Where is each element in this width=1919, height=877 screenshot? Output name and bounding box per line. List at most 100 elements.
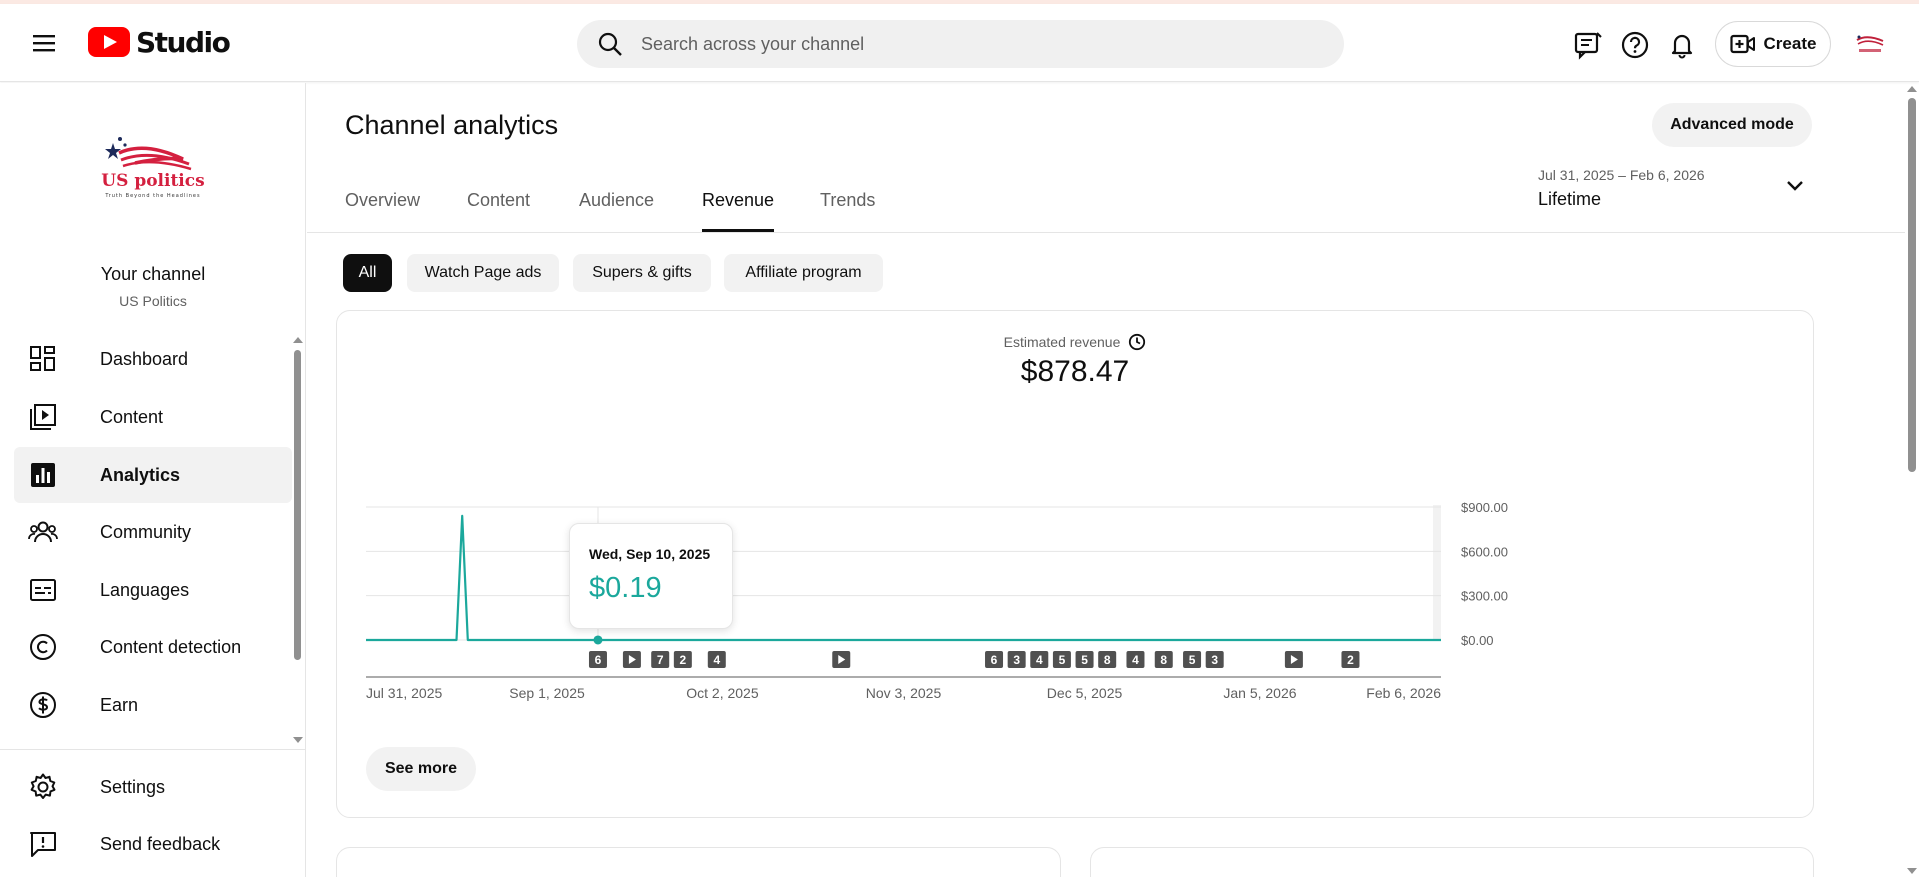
notifications-icon[interactable]	[1667, 30, 1697, 60]
sidebar-scrollbar[interactable]	[294, 350, 301, 660]
community-icon	[28, 521, 58, 543]
advanced-mode-button[interactable]: Advanced mode	[1652, 103, 1812, 147]
sidebar-item-label: Languages	[100, 579, 190, 600]
upload-marker-label: 8	[1160, 653, 1167, 667]
x-tick-label: Feb 6, 2026	[1366, 685, 1441, 701]
revenue-line-chart[interactable]: $0.00 $300.00 $600.00 $900.00 Jul 31, 2025 Se…	[337, 311, 1813, 731]
create-button-label: Create	[1763, 34, 1817, 53]
content-icon	[30, 404, 56, 430]
chip-all[interactable]: All	[343, 254, 392, 292]
account-avatar[interactable]	[1853, 30, 1887, 58]
earn-icon	[30, 692, 56, 718]
y-tick-label: $300.00	[1461, 589, 1508, 604]
sidebar-item-content[interactable]: Content	[14, 389, 292, 445]
channel-logo-text: US politics	[101, 171, 204, 191]
upload-marker-label: 2	[679, 653, 686, 667]
app-header: Studio Create	[0, 4, 1919, 82]
page-scroll-down-icon[interactable]	[1907, 868, 1917, 874]
create-button[interactable]: Create	[1715, 21, 1831, 67]
upload-marker-label: 5	[1189, 653, 1196, 667]
sidebar-item-label: Send feedback	[100, 833, 221, 854]
chevron-down-icon	[1787, 181, 1803, 191]
menu-icon[interactable]	[28, 31, 62, 55]
sidebar-item-label: Dashboard	[100, 348, 189, 369]
sidebar-item-label: Settings	[100, 776, 166, 797]
sidebar-item-label: Community	[100, 521, 192, 542]
secondary-card-left	[336, 847, 1061, 877]
studio-logo[interactable]: Studio	[88, 25, 231, 59]
chip-supers-gifts[interactable]: Supers & gifts	[573, 254, 711, 292]
y-tick-label: $600.00	[1461, 544, 1508, 559]
x-tick-label: Oct 2, 2025	[686, 685, 759, 701]
date-range-selector[interactable]: Jul 31, 2025 – Feb 6, 2026 Lifetime	[1538, 167, 1814, 215]
y-tick-label: $0.00	[1461, 633, 1494, 648]
your-channel-label: Your channel	[100, 264, 206, 284]
upload-marker-label: 5	[1059, 653, 1066, 667]
tab-audience[interactable]: Audience	[579, 190, 654, 232]
sidebar-item-settings[interactable]: Settings	[14, 759, 292, 815]
sidebar-scroll-up-icon[interactable]	[293, 337, 303, 343]
page-scroll-up-icon[interactable]	[1907, 86, 1917, 92]
chart-tooltip: Wed, Sep 10, 2025 $0.19	[569, 523, 733, 629]
x-tick-label: Jan 5, 2026	[1223, 685, 1296, 701]
see-more-button[interactable]: See more	[366, 747, 476, 791]
date-range-period: Lifetime	[1538, 189, 1602, 209]
sidebar-item-send-feedback[interactable]: Send feedback	[14, 816, 292, 872]
languages-icon	[30, 579, 56, 601]
x-tick-label: Nov 3, 2025	[866, 685, 942, 701]
tooltip-value: $0.19	[589, 572, 662, 604]
sidebar-divider	[0, 749, 305, 750]
search-input[interactable]	[641, 33, 1241, 55]
search-bar[interactable]	[577, 20, 1344, 68]
upload-marker-label: 4	[1036, 653, 1043, 667]
chip-affiliate-program[interactable]: Affiliate program	[724, 254, 883, 292]
revenue-chart-card: Estimated revenue $878.47 $0.00 $300.00 $6…	[336, 310, 1814, 818]
search-icon[interactable]	[597, 31, 623, 57]
sidebar-item-label: Content detection	[100, 636, 242, 657]
upload-marker-label: 4	[713, 653, 720, 667]
channel-logo-image: US politics Truth Beyond the Headlines	[101, 137, 205, 199]
copyright-icon	[30, 634, 56, 660]
series-line	[366, 514, 1441, 642]
tab-content[interactable]: Content	[467, 190, 530, 232]
upload-marker-label: 6	[595, 653, 602, 667]
channel-logo[interactable]: US politics Truth Beyond the Headlines	[93, 133, 213, 205]
sidebar-item-analytics[interactable]: Analytics	[14, 447, 292, 503]
sidebar: US politics Truth Beyond the Headlines Y…	[0, 83, 306, 877]
upload-marker-label: 2	[1347, 653, 1354, 667]
upload-marker-label: 4	[1132, 653, 1139, 667]
highlight-point	[593, 635, 603, 645]
sidebar-scroll-down-icon[interactable]	[293, 737, 303, 743]
feedback-icon	[30, 832, 56, 857]
sidebar-item-label: Earn	[100, 694, 139, 715]
page-scrollbar[interactable]	[1908, 98, 1916, 472]
help-icon[interactable]	[1620, 30, 1650, 60]
page-title: Channel analytics	[345, 110, 559, 140]
create-video-icon	[1729, 34, 1755, 54]
chart-future-region	[1433, 505, 1441, 640]
channel-name[interactable]: US Politics	[0, 293, 306, 309]
x-tick-label: Jul 31, 2025	[366, 685, 442, 701]
sidebar-item-content-detection[interactable]: Content detection	[14, 619, 292, 675]
comments-icon[interactable]	[1573, 30, 1603, 60]
sidebar-item-dashboard[interactable]: Dashboard	[14, 331, 292, 387]
tooltip-date: Wed, Sep 10, 2025	[589, 546, 711, 562]
tab-trends[interactable]: Trends	[820, 190, 875, 232]
sidebar-item-community[interactable]: Community	[14, 504, 292, 560]
tabs-divider	[307, 232, 1905, 233]
x-tick-label: Dec 5, 2025	[1047, 685, 1123, 701]
sidebar-item-earn[interactable]: Earn	[14, 677, 292, 733]
tab-overview[interactable]: Overview	[345, 190, 420, 232]
sidebar-item-languages[interactable]: Languages	[14, 562, 292, 618]
studio-logo-text: Studio	[136, 25, 231, 59]
y-tick-label: $900.00	[1461, 500, 1508, 515]
upload-marker-label: 5	[1081, 653, 1088, 667]
sidebar-item-label: Analytics	[100, 464, 181, 485]
chip-watch-page-ads[interactable]: Watch Page ads	[407, 254, 559, 292]
upload-marker-label: 8	[1104, 653, 1111, 667]
upload-marker-label: 6	[991, 653, 998, 667]
analytics-icon	[31, 463, 55, 487]
tab-revenue[interactable]: Revenue	[702, 190, 775, 232]
settings-icon	[30, 773, 56, 799]
channel-logo-tagline: Truth Beyond the Headlines	[104, 193, 200, 199]
